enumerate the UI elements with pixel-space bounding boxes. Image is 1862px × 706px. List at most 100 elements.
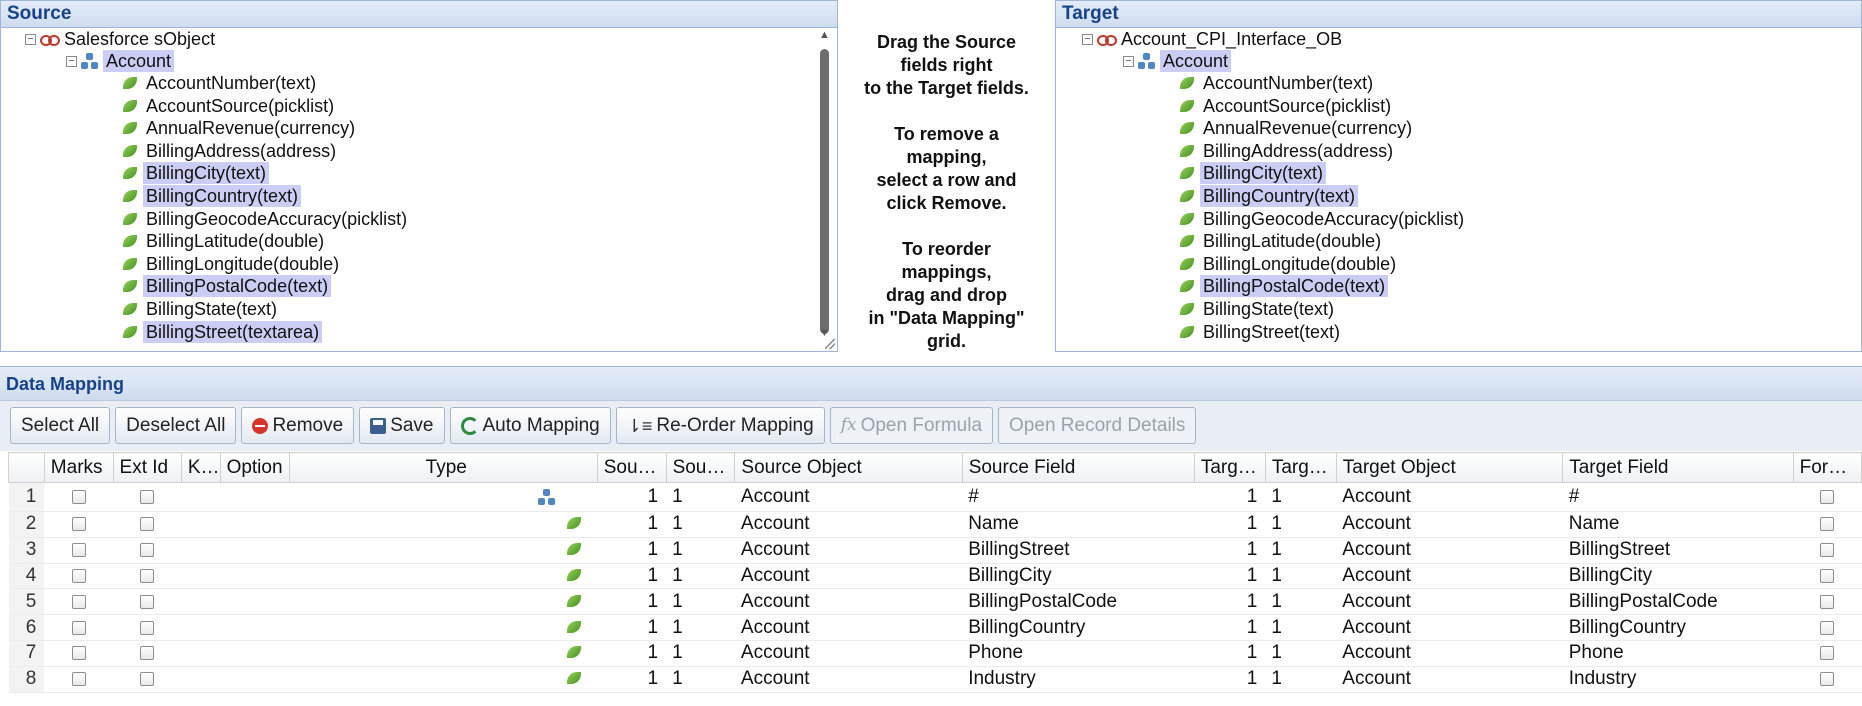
- source-tree-root[interactable]: − Salesforce sObject: [25, 28, 218, 50]
- column-header[interactable]: [8, 452, 45, 483]
- table-row[interactable]: 3 1 1 Account BillingStreet 1 1 Account BillingS…: [8, 537, 1862, 564]
- column-header[interactable]: Target Object: [1335, 452, 1564, 483]
- remove-button[interactable]: Remove: [241, 407, 355, 444]
- table-row[interactable]: 8 1 1 Account Industry 1 1 Account Industry: [8, 666, 1862, 693]
- table-row[interactable]: 7 1 1 Account Phone 1 1 Account Phone: [8, 640, 1862, 667]
- target-field-item[interactable]: AnnualRevenue(currency): [1180, 117, 1415, 139]
- collapse-icon[interactable]: −: [25, 33, 36, 45]
- column-header[interactable]: Target Field: [1562, 452, 1794, 483]
- source-field-item[interactable]: AccountNumber(text): [123, 72, 319, 94]
- deselect-all-button[interactable]: Deselect All: [115, 407, 237, 444]
- column-header[interactable]: Option: [219, 452, 290, 483]
- target-field-item[interactable]: BillingStreet(text): [1180, 321, 1343, 343]
- column-header[interactable]: For…: [1792, 452, 1862, 483]
- column-header[interactable]: Marks: [43, 452, 114, 483]
- target-tree-root[interactable]: − Account_CPI_Interface_OB: [1082, 28, 1345, 50]
- source-field-item[interactable]: BillingState(text): [123, 298, 280, 320]
- ext-id-checkbox[interactable]: [140, 594, 155, 609]
- marks-checkbox[interactable]: [71, 489, 86, 504]
- reorder-mapping-button[interactable]: ⇂≡ Re-Order Mapping: [615, 407, 825, 444]
- ext-id-checkbox[interactable]: [140, 517, 155, 532]
- column-header[interactable]: K…: [180, 452, 221, 483]
- formula-checkbox[interactable]: [1820, 489, 1835, 504]
- marks-checkbox[interactable]: [71, 594, 86, 609]
- target-field-item[interactable]: BillingLongitude(double): [1180, 253, 1399, 275]
- target-tree: − Account_CPI_Interface_OB − Account Acc…: [1056, 28, 1861, 351]
- ext-id-checkbox[interactable]: [140, 646, 155, 661]
- source-field-cell: BillingCity: [962, 563, 1195, 590]
- table-row[interactable]: 4 1 1 Account BillingCity 1 1 Account BillingCit…: [8, 563, 1862, 590]
- formula-checkbox[interactable]: [1820, 543, 1835, 558]
- target-level-2: 1: [1265, 640, 1337, 667]
- formula-checkbox[interactable]: [1820, 646, 1835, 661]
- target-field-item[interactable]: BillingState(text): [1180, 298, 1337, 320]
- select-all-button[interactable]: Select All: [10, 407, 111, 444]
- target-field-item[interactable]: BillingCity(text): [1180, 162, 1327, 185]
- target-field-item[interactable]: BillingLatitude(double): [1180, 230, 1384, 252]
- target-tree-object[interactable]: − Account: [1123, 50, 1232, 72]
- table-row[interactable]: 5 1 1 Account BillingPostalCode 1 1 Account Bill…: [8, 588, 1862, 616]
- auto-mapping-button[interactable]: Auto Mapping: [449, 407, 611, 444]
- target-field-item[interactable]: AccountNumber(text): [1180, 72, 1376, 94]
- formula-checkbox[interactable]: [1820, 568, 1835, 583]
- open-formula-button[interactable]: fx Open Formula: [829, 407, 994, 444]
- collapse-icon[interactable]: −: [1082, 33, 1093, 45]
- source-field-item[interactable]: BillingLatitude(double): [123, 230, 327, 252]
- marks-checkbox[interactable]: [71, 620, 86, 635]
- source-field-item[interactable]: BillingGeocodeAccuracy(picklist): [123, 208, 410, 230]
- source-field-item[interactable]: AccountSource(picklist): [123, 95, 337, 117]
- ext-id-checkbox[interactable]: [140, 543, 155, 558]
- source-field-label: BillingCountry(text): [143, 185, 302, 207]
- reorder-label: Re-Order Mapping: [656, 415, 814, 436]
- table-row[interactable]: 2 1 1 Account Name 1 1 Account Name: [8, 511, 1862, 538]
- target-field-item[interactable]: BillingCountry(text): [1180, 185, 1359, 207]
- table-row[interactable]: 1 1 1 Account #1 1 Account #: [8, 482, 1862, 512]
- column-header[interactable]: Source Field: [961, 452, 1195, 483]
- marks-checkbox[interactable]: [71, 568, 86, 583]
- collapse-icon[interactable]: −: [66, 55, 77, 67]
- formula-checkbox[interactable]: [1820, 620, 1835, 635]
- target-field-item[interactable]: BillingAddress(address): [1180, 140, 1396, 162]
- source-field-item[interactable]: BillingCountry(text): [123, 185, 302, 207]
- ext-id-checkbox[interactable]: [140, 620, 155, 635]
- marks-checkbox[interactable]: [71, 672, 86, 687]
- source-tree-object[interactable]: − Account: [66, 50, 175, 72]
- ext-id-cell: [113, 666, 182, 693]
- source-scrollbar[interactable]: ▲ ▼: [817, 29, 831, 339]
- source-field-item[interactable]: BillingStreet(textarea): [123, 320, 323, 343]
- column-header[interactable]: Targ…: [1264, 452, 1337, 483]
- scrollbar-thumb[interactable]: [820, 49, 829, 334]
- ext-id-checkbox[interactable]: [140, 672, 155, 687]
- target-field-item[interactable]: AccountSource(picklist): [1180, 95, 1394, 117]
- ext-id-checkbox[interactable]: [140, 568, 155, 583]
- collapse-icon[interactable]: −: [1123, 55, 1134, 67]
- marks-checkbox[interactable]: [71, 543, 86, 558]
- formula-checkbox[interactable]: [1820, 594, 1835, 609]
- column-header[interactable]: Source Object: [734, 452, 963, 483]
- scroll-down-icon[interactable]: ▼: [819, 327, 830, 339]
- source-field-item[interactable]: BillingPostalCode(text): [123, 275, 332, 298]
- target-field-item[interactable]: BillingPostalCode(text): [1180, 275, 1389, 298]
- column-header[interactable]: Targ…: [1193, 452, 1266, 483]
- column-header[interactable]: Sou…: [596, 452, 667, 483]
- source-field-item[interactable]: BillingAddress(address): [123, 140, 339, 162]
- source-field-item[interactable]: BillingLongitude(double): [123, 253, 342, 275]
- column-header[interactable]: Ext Id: [112, 452, 182, 483]
- formula-checkbox[interactable]: [1820, 517, 1835, 532]
- table-row[interactable]: 6 1 1 Account BillingCountry 1 1 Account Billing…: [8, 614, 1862, 641]
- scroll-up-icon[interactable]: ▲: [819, 29, 830, 41]
- source-field-item[interactable]: AnnualRevenue(currency): [123, 117, 358, 139]
- save-button[interactable]: Save: [359, 407, 445, 444]
- marks-checkbox[interactable]: [71, 517, 86, 532]
- column-header[interactable]: Type: [288, 452, 598, 483]
- open-record-details-button[interactable]: Open Record Details: [998, 407, 1197, 444]
- source-field-item[interactable]: BillingCity(text): [123, 162, 270, 185]
- option-cell: [220, 614, 290, 641]
- target-root-label: Account_CPI_Interface_OB: [1121, 29, 1343, 49]
- resize-grip-icon[interactable]: [825, 339, 835, 349]
- marks-checkbox[interactable]: [71, 646, 86, 661]
- ext-id-checkbox[interactable]: [140, 489, 155, 504]
- formula-checkbox[interactable]: [1820, 672, 1835, 687]
- column-header[interactable]: Sou…: [665, 452, 736, 483]
- target-field-item[interactable]: BillingGeocodeAccuracy(picklist): [1180, 208, 1467, 230]
